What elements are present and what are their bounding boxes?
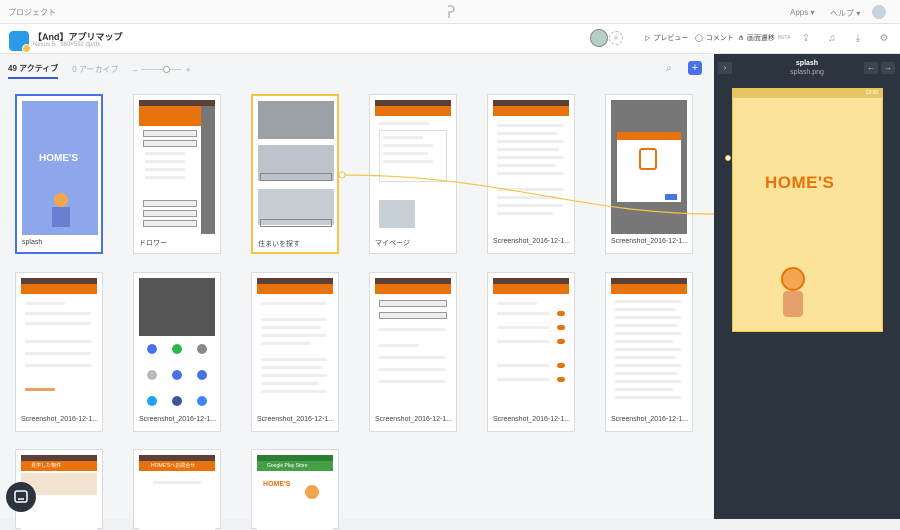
screen-thumbnail bbox=[139, 278, 215, 412]
screen-grid-panel: 49 アクティブ 0 アーカイブ – + ⌕ + HOME'S splash ド… bbox=[0, 54, 714, 530]
mascot-image bbox=[781, 267, 805, 291]
zoom-out-icon[interactable]: – bbox=[132, 65, 137, 75]
screen-card[interactable]: Google Play Store HOME'S bbox=[251, 449, 339, 530]
flow-icon: ⋔ bbox=[738, 35, 744, 42]
screen-thumbnail bbox=[258, 101, 334, 235]
share-icon[interactable]: ⇪ bbox=[800, 33, 812, 45]
screen-thumbnail bbox=[139, 100, 215, 234]
screen-label: Screenshot_2016-12-1... bbox=[611, 238, 689, 245]
apps-menu[interactable]: Apps ▾ bbox=[790, 8, 814, 17]
help-menu[interactable]: ヘルプ ▾ bbox=[830, 8, 860, 19]
screen-label: Screenshot_2016-12-1... bbox=[257, 416, 335, 423]
screen-card-mypage[interactable]: マイページ bbox=[369, 94, 457, 254]
next-arrow-icon[interactable]: → bbox=[881, 62, 895, 74]
screen-label: Screenshot_2016-12-1... bbox=[21, 416, 99, 423]
zoom-slider[interactable]: – + bbox=[132, 65, 190, 78]
zoom-knob[interactable] bbox=[163, 66, 171, 73]
splash-preview[interactable]: 12:30 HOME'S bbox=[732, 88, 883, 332]
tab-archive[interactable]: 0 アーカイブ bbox=[72, 64, 118, 78]
flow-button[interactable]: ⋔ 画面遷移 BETA bbox=[738, 33, 791, 43]
screen-card[interactable]: Screenshot_2016-12-1... bbox=[487, 94, 575, 254]
gear-icon[interactable]: ⚙ bbox=[878, 33, 890, 45]
link-anchor[interactable] bbox=[725, 155, 731, 161]
screen-thumbnail bbox=[375, 100, 451, 234]
prev-arrow-icon[interactable]: ← bbox=[864, 62, 878, 74]
download-icon[interactable]: ⤓ bbox=[852, 33, 864, 45]
zoom-in-icon[interactable]: + bbox=[185, 65, 190, 75]
screen-label: Screenshot_2016-12-1... bbox=[493, 416, 571, 423]
top-bar: プロジェクト Apps ▾ ヘルプ ▾ bbox=[0, 0, 900, 24]
screen-label: マイページ bbox=[375, 240, 410, 247]
app-header: 【And】アプリマップ Nexus 5 · 360×592 dp/dx + ▷ プ… bbox=[0, 24, 900, 54]
screen-card-drawer[interactable]: ドロワー bbox=[133, 94, 221, 254]
screen-thumbnail bbox=[493, 278, 569, 412]
screen-card[interactable]: Screenshot_2016-12-1... bbox=[133, 272, 221, 432]
comment-button[interactable]: ◯ コメント bbox=[695, 33, 734, 43]
app-logo-icon bbox=[9, 31, 31, 53]
screen-thumbnail bbox=[257, 278, 333, 412]
screen-thumbnail bbox=[493, 100, 569, 234]
app-device-info: Nexus 5 · 360×592 dp/dx bbox=[33, 42, 101, 48]
play-icon: ▷ bbox=[645, 35, 651, 42]
member-avatar[interactable] bbox=[590, 29, 608, 47]
screen-card[interactable]: Screenshot_2016-12-1... bbox=[15, 272, 103, 432]
screen-card[interactable]: Screenshot_2016-12-1... bbox=[605, 94, 693, 254]
chat-icon bbox=[14, 490, 28, 503]
screen-card[interactable]: Screenshot_2016-12-1... bbox=[487, 272, 575, 432]
add-member-button[interactable]: + bbox=[609, 31, 623, 45]
screen-label: Screenshot_2016-12-1... bbox=[375, 416, 453, 423]
screen-label: 住まいを探す bbox=[258, 241, 300, 248]
tab-bar: 49 アクティブ 0 アーカイブ – + bbox=[8, 63, 191, 79]
screen-card-splash[interactable]: HOME'S splash bbox=[15, 94, 103, 254]
search-icon[interactable]: ⌕ bbox=[666, 63, 672, 74]
user-avatar[interactable] bbox=[872, 5, 886, 19]
screen-card[interactable]: HOME'Sへお問合せ bbox=[133, 449, 221, 530]
screen-thumbnail bbox=[611, 100, 687, 234]
preview-button[interactable]: ▷ プレビュー bbox=[645, 33, 688, 43]
screen-label: Screenshot_2016-12-1... bbox=[139, 416, 217, 423]
screen-card-search[interactable]: 住まいを探す bbox=[251, 94, 339, 254]
tab-active[interactable]: 49 アクティブ bbox=[8, 63, 59, 79]
preview-panel: › splash splash.png ← → 12:30 HOME'S bbox=[714, 54, 900, 519]
screen-label: ドロワー bbox=[139, 240, 167, 247]
homes-logo: HOME'S bbox=[39, 153, 79, 164]
mascot-image bbox=[54, 193, 68, 207]
screen-card[interactable]: Screenshot_2016-12-1... bbox=[251, 272, 339, 432]
screen-label: Screenshot_2016-12-1... bbox=[493, 238, 571, 245]
screen-label: Screenshot_2016-12-1... bbox=[611, 416, 689, 423]
screen-card[interactable]: Screenshot_2016-12-1... bbox=[369, 272, 457, 432]
screen-card[interactable]: Screenshot_2016-12-1... bbox=[605, 272, 693, 432]
comment-icon: ◯ bbox=[695, 35, 703, 42]
homes-logo: HOME'S bbox=[765, 173, 835, 192]
add-screen-button[interactable]: + bbox=[688, 61, 702, 75]
screen-thumbnail bbox=[375, 278, 451, 412]
bell-icon[interactable]: ♫ bbox=[826, 33, 838, 45]
chat-support-button[interactable] bbox=[6, 482, 36, 512]
screen-thumbnail bbox=[21, 278, 97, 412]
screen-thumbnail bbox=[611, 278, 687, 412]
prott-logo-icon[interactable] bbox=[446, 5, 455, 19]
breadcrumb[interactable]: プロジェクト bbox=[8, 7, 56, 18]
screen-thumbnail: HOME'S bbox=[22, 101, 98, 235]
screen-label: splash bbox=[22, 239, 43, 246]
